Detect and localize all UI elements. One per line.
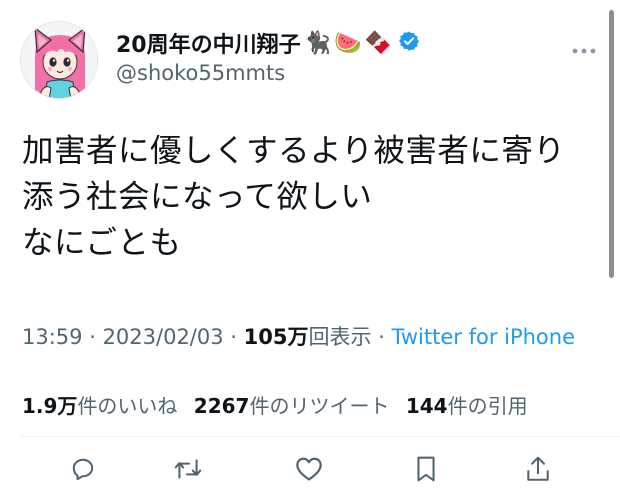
user-handle[interactable]: @shoko55mmts xyxy=(116,61,285,85)
tweet-date[interactable]: 2023/02/03 xyxy=(103,325,224,349)
views-label: 回表示 xyxy=(308,325,372,349)
quotes-count[interactable]: 144 xyxy=(406,394,448,418)
meta-separator: · xyxy=(82,325,103,349)
chocolate-emoji: 🍫 xyxy=(364,30,392,56)
retweet-button[interactable] xyxy=(171,452,205,486)
tweet-text-line: なにごとも xyxy=(22,225,182,261)
bookmark-icon xyxy=(417,456,435,482)
share-icon xyxy=(527,456,549,481)
avatar-cat-girl-illustration xyxy=(21,22,97,98)
avatar[interactable] xyxy=(20,21,98,99)
likes-count[interactable]: 1.9万 xyxy=(22,394,77,418)
cat-emoji: 🐈‍⬛ xyxy=(303,30,332,56)
views-count: 105万 xyxy=(243,325,309,349)
verified-badge-icon xyxy=(398,30,420,56)
tweet-meta: 13:59 · 2023/02/03 · 105万回表示 · Twitter f… xyxy=(22,318,607,356)
bookmark-button[interactable] xyxy=(409,452,443,486)
tweet-text-line: 添う社会になって欲しい xyxy=(22,179,373,215)
retweets-label[interactable]: 件のリツイート xyxy=(249,394,389,418)
reply-icon xyxy=(72,458,94,481)
heart-icon xyxy=(296,457,322,481)
action-bar xyxy=(0,452,620,492)
likes-label[interactable]: 件のいいね xyxy=(77,394,177,418)
tweet-text: 加害者に優しくするより被害者に寄り 添う社会になって欲しい なにごとも xyxy=(22,128,612,266)
retweets-count[interactable]: 2267 xyxy=(194,394,250,418)
more-dots-icon[interactable] xyxy=(571,40,597,59)
divider xyxy=(20,436,620,437)
engagement-stats: 1.9万件のいいね 2267件のリツイート 144件の引用 xyxy=(22,390,528,422)
retweet-icon xyxy=(174,459,202,479)
scrollbar[interactable] xyxy=(609,10,614,278)
watermelon-emoji: 🍉 xyxy=(334,30,362,56)
reply-button[interactable] xyxy=(66,452,100,486)
quotes-label[interactable]: 件の引用 xyxy=(448,394,528,418)
tweet-source-link[interactable]: Twitter for iPhone xyxy=(392,325,576,349)
display-name[interactable]: 20周年の中川翔子 xyxy=(116,27,301,59)
tweet-time[interactable]: 13:59 xyxy=(22,325,83,349)
tweet-text-line: 加害者に優しくするより被害者に寄り xyxy=(22,133,566,169)
author-name-row[interactable]: 20周年の中川翔子 🐈‍⬛ 🍉 🍫 xyxy=(116,27,420,59)
like-button[interactable] xyxy=(292,452,326,486)
meta-separator: · xyxy=(223,325,244,349)
share-button[interactable] xyxy=(521,452,555,486)
meta-separator: · xyxy=(371,325,392,349)
